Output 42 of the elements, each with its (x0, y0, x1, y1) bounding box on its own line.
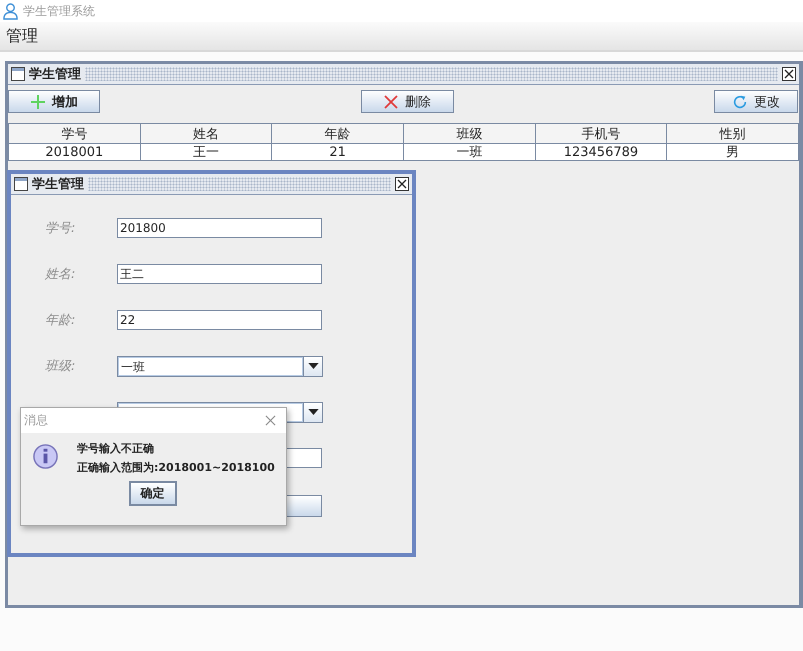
field-label: 年龄: (44, 312, 76, 329)
table-cell: 一班 (403, 144, 536, 160)
window-title: 学生管理 (29, 66, 81, 83)
message-text: 学号输入不正确 (77, 441, 155, 456)
user-icon (3, 2, 18, 20)
dropdown[interactable]: 一班 (117, 356, 323, 376)
dropdown-arrow-icon (308, 363, 318, 369)
column-header[interactable]: 手机号 (535, 124, 667, 144)
toolbar-button[interactable]: 增加 (8, 90, 100, 113)
input-field[interactable]: 22 (117, 310, 322, 330)
window-icon (11, 67, 25, 81)
column-header[interactable]: 年龄 (272, 124, 404, 144)
field-label: 学号: (44, 220, 76, 237)
app-title: 学生管理系统 (23, 2, 95, 20)
field-label: 班级: (44, 358, 76, 375)
column-header[interactable]: 学号 (8, 124, 140, 144)
menu-item[interactable]: 管理 (6, 26, 38, 46)
toolbar-button[interactable]: 更改 (714, 90, 798, 113)
plus-icon (30, 94, 46, 110)
refresh-icon (732, 94, 748, 110)
column-header[interactable]: 班级 (403, 124, 536, 144)
table-cell: 21 (272, 144, 404, 160)
info-icon (32, 443, 59, 470)
input-field[interactable]: 王二 (117, 264, 322, 284)
table-cell: 男 (666, 144, 798, 160)
close-icon[interactable] (782, 67, 796, 81)
close-icon (383, 94, 399, 110)
message-text: 正确输入范围为:2018001~2018100 (77, 460, 275, 475)
table-cell: 123456789 (535, 144, 667, 160)
input-field[interactable]: 201800 (117, 218, 322, 238)
table-cell: 王一 (140, 144, 272, 160)
toolbar-button[interactable]: 删除 (360, 90, 454, 113)
window-icon (14, 177, 28, 191)
dialog-title: 消息 (24, 412, 48, 429)
window-title: 学生管理 (32, 176, 84, 193)
close-icon[interactable] (395, 177, 409, 191)
table-cell: 2018001 (8, 144, 140, 160)
field-label: 姓名: (44, 266, 76, 283)
dropdown-arrow-icon (308, 409, 318, 415)
ok-button[interactable]: 确定 (128, 481, 176, 506)
column-header[interactable]: 姓名 (140, 124, 272, 144)
column-header[interactable]: 性别 (666, 124, 798, 144)
